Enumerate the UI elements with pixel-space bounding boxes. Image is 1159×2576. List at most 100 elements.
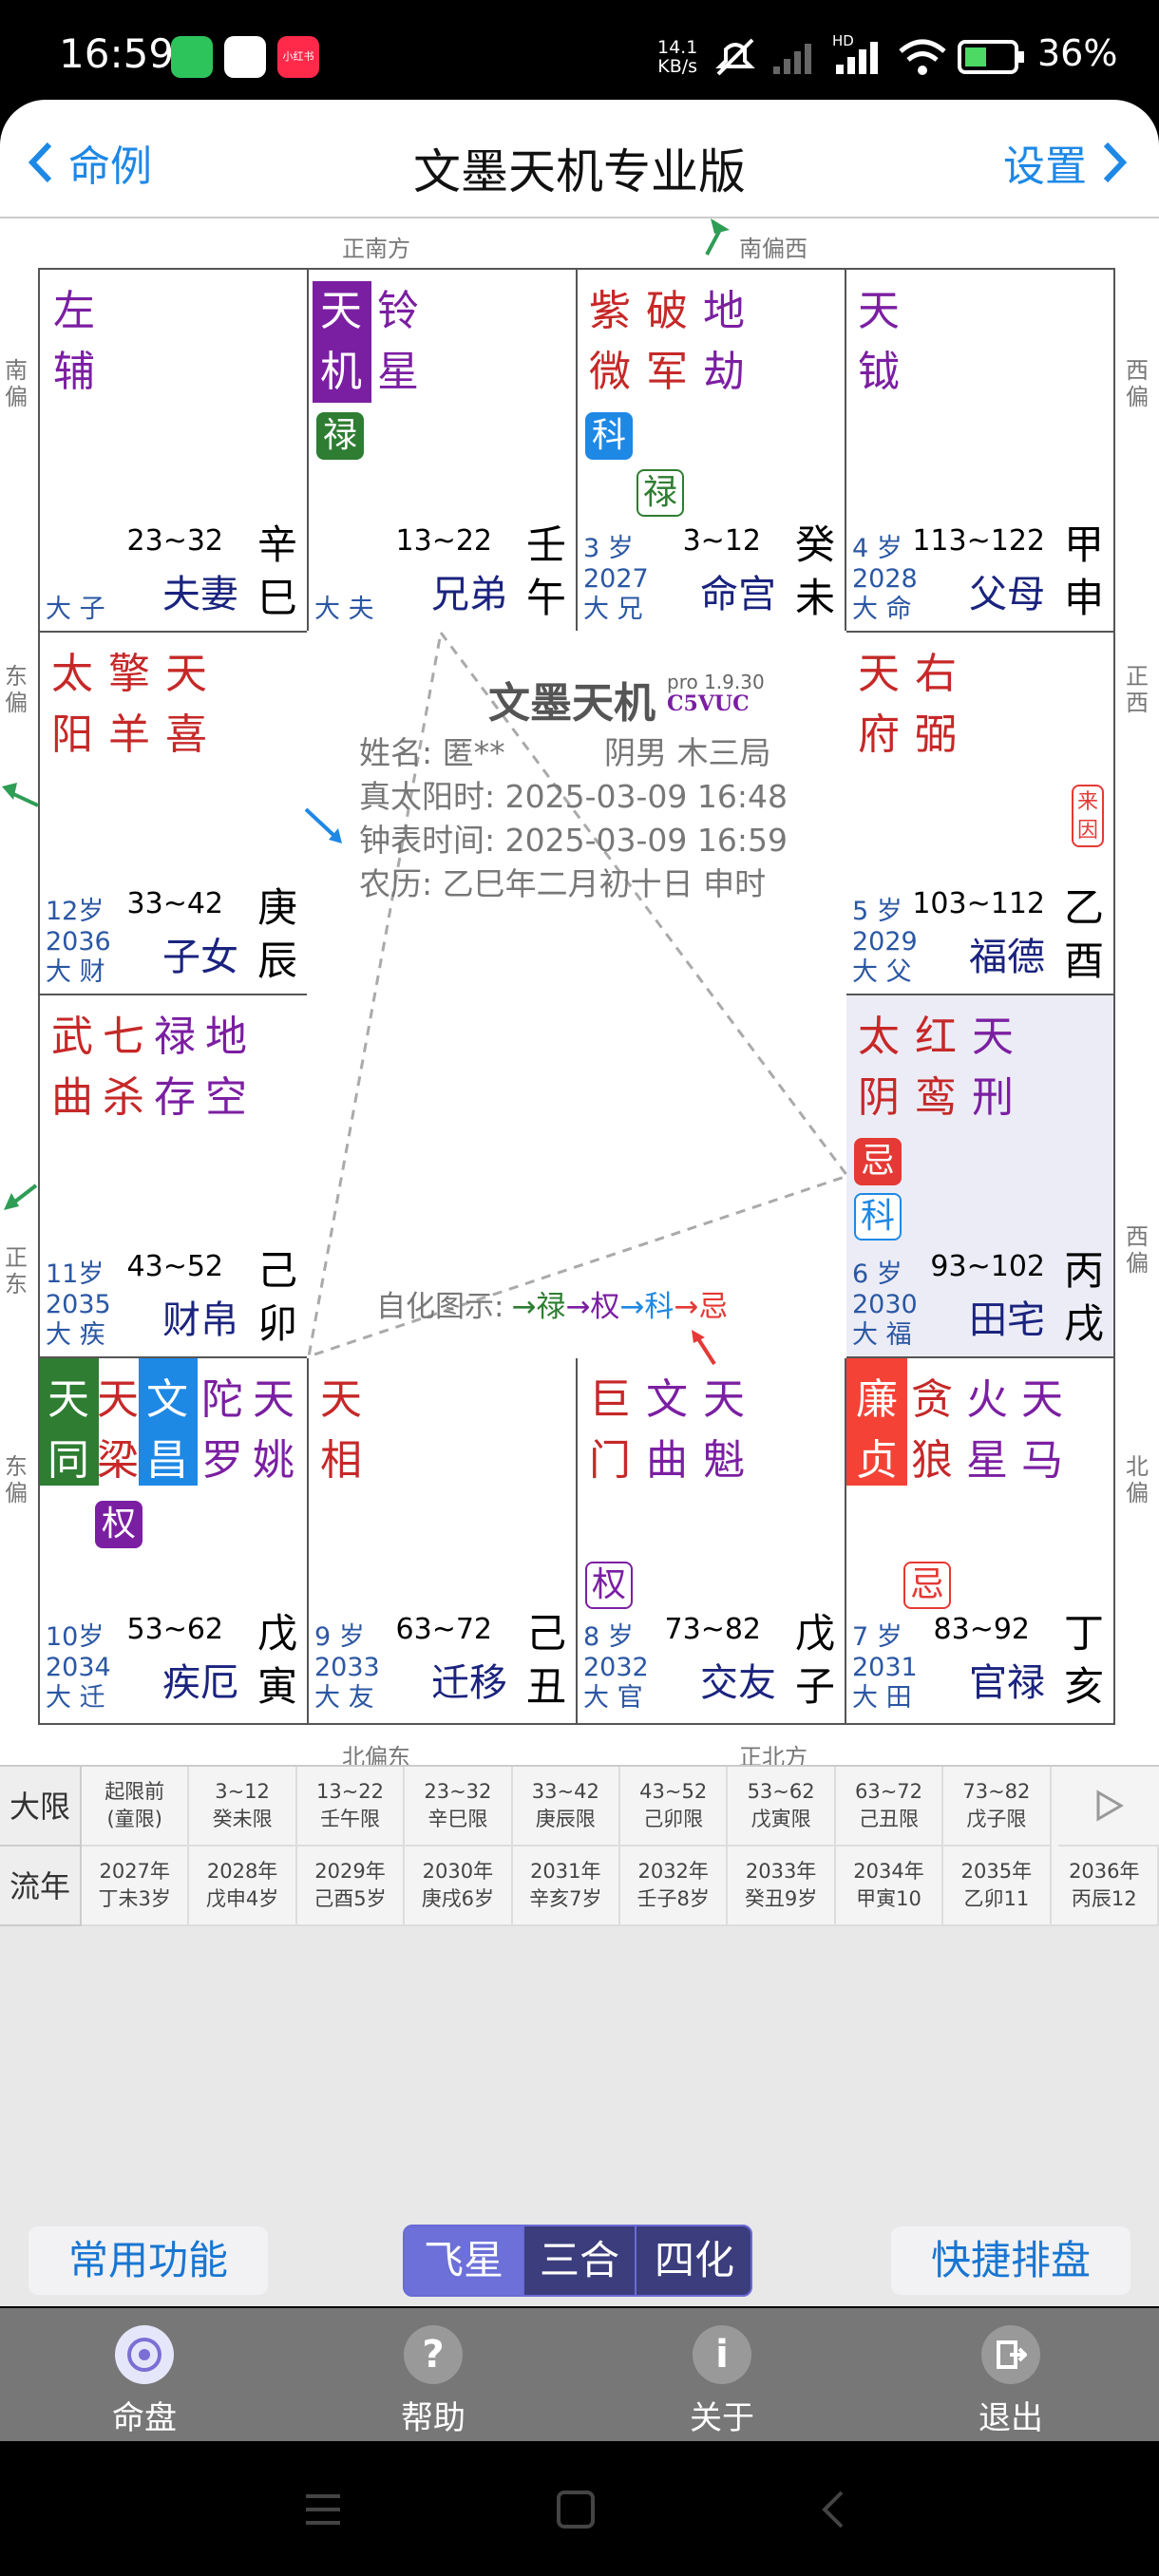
nav-mingpan[interactable]: 命盘 — [59, 2308, 230, 2438]
settings-label: 设置 — [1003, 142, 1087, 191]
mute-icon — [715, 38, 755, 76]
daxian-row-label: 大限 — [0, 1767, 82, 1847]
daxian-cell[interactable]: 33~42 庚辰限 — [512, 1767, 620, 1847]
info-icon: i — [693, 2325, 751, 2384]
liunian-cell-line: 丙辰12 — [1071, 1887, 1137, 1910]
mode-segmented-control: 飞星 三合 四化 — [403, 2225, 752, 2297]
mode-sanhe-tab[interactable]: 三合 — [522, 2226, 635, 2295]
mode-sihua-tab[interactable]: 四化 — [635, 2226, 750, 2295]
liunian-row: 2027年 丁未3岁 2028年 戊申4岁 2029年 己酉5岁 2030年 庚戌6岁 2031… — [82, 1847, 1159, 1926]
back-nav-icon[interactable] — [813, 2489, 855, 2530]
name-line: 姓名: 匿** — [359, 734, 505, 771]
liunian-cell[interactable]: 2029年己酉5岁 — [296, 1847, 406, 1926]
daxian-cell-line: (童限) — [106, 1808, 162, 1830]
daxian-cell-line: 戊寅限 — [750, 1808, 811, 1830]
liunian-cell[interactable]: 2032年壬子8岁 — [620, 1847, 729, 1926]
page-title: 文墨天机专业版 — [413, 144, 746, 199]
qq-icon — [224, 36, 266, 78]
liunian-cell[interactable]: 2035年乙卯11 — [943, 1847, 1052, 1926]
liunian-cell-line: 2031年 — [530, 1860, 601, 1883]
daxian-cell[interactable]: 53~62 戊寅限 — [728, 1767, 836, 1847]
system-nav-bar — [0, 2441, 1159, 2576]
daxian-cell[interactable]: 3~12 癸未限 — [189, 1767, 297, 1847]
liunian-cell[interactable]: 2028年戊申4岁 — [189, 1847, 297, 1926]
daxian-cell[interactable]: 43~52 己卯限 — [620, 1767, 729, 1847]
target-icon — [115, 2325, 174, 2384]
legend-lu: →禄 — [511, 1290, 566, 1324]
daxian-table: 大限 流年 起限前 (童限) 3~12 癸未限 13~22 壬午限 23~32 辛巳限 33~4… — [0, 1765, 1159, 1926]
liunian-cell-line: 2035年 — [960, 1860, 1033, 1883]
exit-icon — [981, 2325, 1040, 2384]
daxian-cell-line: 己丑限 — [858, 1808, 919, 1830]
triangle-lines — [2, 218, 850, 1366]
daxian-cell-line: 癸未限 — [212, 1808, 273, 1830]
liunian-cell[interactable]: 2027年 丁未3岁 — [82, 1847, 190, 1926]
liunian-cell-line: 己酉5岁 — [314, 1887, 387, 1910]
daxian-cell[interactable]: 73~82 戊子限 — [943, 1767, 1052, 1847]
nav-about[interactable]: i 关于 — [636, 2308, 808, 2438]
liunian-cell-line: 2032年 — [637, 1860, 709, 1883]
xiaohongshu-icon: 小红书 — [277, 36, 319, 78]
liunian-cell-line: 戊申4岁 — [205, 1887, 279, 1910]
daxian-cell-line: 起限前 — [104, 1780, 165, 1803]
liunian-row-label: 流年 — [0, 1847, 82, 1926]
daxian-cell[interactable]: 13~22 壬午限 — [296, 1767, 406, 1847]
quick-chart-button[interactable]: 快捷排盘 — [891, 2226, 1130, 2295]
app-bar: 命例 文墨天机专业版 设置 — [0, 100, 1159, 218]
liunian-cell[interactable]: 2033年 癸丑9岁 — [728, 1847, 836, 1926]
nav-mingpan-label: 命盘 — [112, 2399, 177, 2437]
daxian-next-button[interactable] — [1058, 1767, 1159, 1847]
nav-help[interactable]: ? 帮助 — [348, 2308, 519, 2438]
daxian-cell-line: 33~42 — [531, 1780, 599, 1803]
nav-exit-label: 退出 — [978, 2399, 1043, 2437]
daxian-cell-line: 73~82 — [962, 1780, 1031, 1803]
daxian-cell[interactable]: 63~72 己丑限 — [835, 1767, 944, 1847]
mode-feixing-tab[interactable]: 飞星 — [405, 2226, 522, 2295]
liunian-cell-line: 2030年 — [422, 1860, 494, 1883]
liunian-cell[interactable]: 2036年 丙辰12 — [1051, 1847, 1159, 1926]
liunian-cell-line: 辛亥7岁 — [529, 1887, 602, 1910]
daxian-cell-line: 13~22 — [315, 1780, 385, 1803]
nav-help-label: 帮助 — [401, 2399, 466, 2437]
back-label: 命例 — [68, 142, 152, 191]
status-bar: 16:59 小红书 14.1 KB/s HD 36% — [0, 0, 1159, 104]
play-icon — [1096, 1790, 1124, 1822]
battery-percent: 36% — [1037, 32, 1118, 74]
liunian-cell-line: 2027年 — [99, 1860, 170, 1883]
wifi-icon — [899, 39, 946, 75]
liunian-cell-line: 壬子8岁 — [636, 1887, 710, 1910]
daxian-cell[interactable]: 23~32 辛巳限 — [405, 1767, 513, 1847]
liunian-cell-line: 乙卯11 — [963, 1887, 1030, 1910]
liunian-cell-line: 庚戌6岁 — [421, 1887, 495, 1910]
daxian-cell-line: 63~72 — [854, 1780, 923, 1803]
menu-icon[interactable] — [302, 2489, 344, 2530]
home-icon[interactable] — [555, 2489, 597, 2530]
version-text: pro 1.9.30 — [667, 671, 765, 693]
code-text: C5VUC — [667, 691, 750, 716]
chevron-right-icon — [1103, 142, 1128, 183]
daxian-cell-line: 23~32 — [424, 1780, 492, 1803]
battery-icon — [958, 40, 1024, 74]
legend-ke: →科 — [619, 1290, 674, 1324]
help-icon: ? — [404, 2325, 463, 2384]
liunian-cell-line: 甲寅10 — [856, 1887, 922, 1910]
status-time: 16:59 — [59, 30, 175, 77]
common-functions-button[interactable]: 常用功能 — [28, 2226, 268, 2295]
daxian-cell[interactable]: 起限前 (童限) — [82, 1767, 190, 1847]
daxian-row: 起限前 (童限) 3~12 癸未限 13~22 壬午限 23~32 辛巳限 33~42 庚辰限 43… — [82, 1767, 1159, 1847]
liunian-cell-line: 2029年 — [314, 1860, 386, 1883]
nav-exit[interactable]: 退出 — [925, 2308, 1096, 2438]
wechat-icon — [171, 36, 213, 78]
liunian-cell[interactable]: 2031年辛亥7岁 — [512, 1847, 620, 1926]
chart-area: 正南方 南偏西 北偏东 正北方 南偏 东偏 正东 东偏 西偏 正西 西偏 北偏 … — [0, 217, 1159, 1771]
net-speed-unit: KB/s — [657, 56, 698, 77]
liunian-cell-line: 2028年 — [206, 1860, 278, 1883]
legend-label: 自化图示: — [376, 1290, 504, 1324]
daxian-cell-line: 庚辰限 — [535, 1808, 596, 1830]
settings-button[interactable]: 设置 — [1003, 134, 1130, 191]
logo-text: 文墨天机 — [488, 679, 656, 728]
legend-ji: →忌 — [674, 1290, 729, 1324]
liunian-cell[interactable]: 2030年庚戌6岁 — [405, 1847, 513, 1926]
back-button[interactable]: 命例 — [25, 134, 152, 191]
liunian-cell[interactable]: 2034年 甲寅10 — [835, 1847, 944, 1926]
